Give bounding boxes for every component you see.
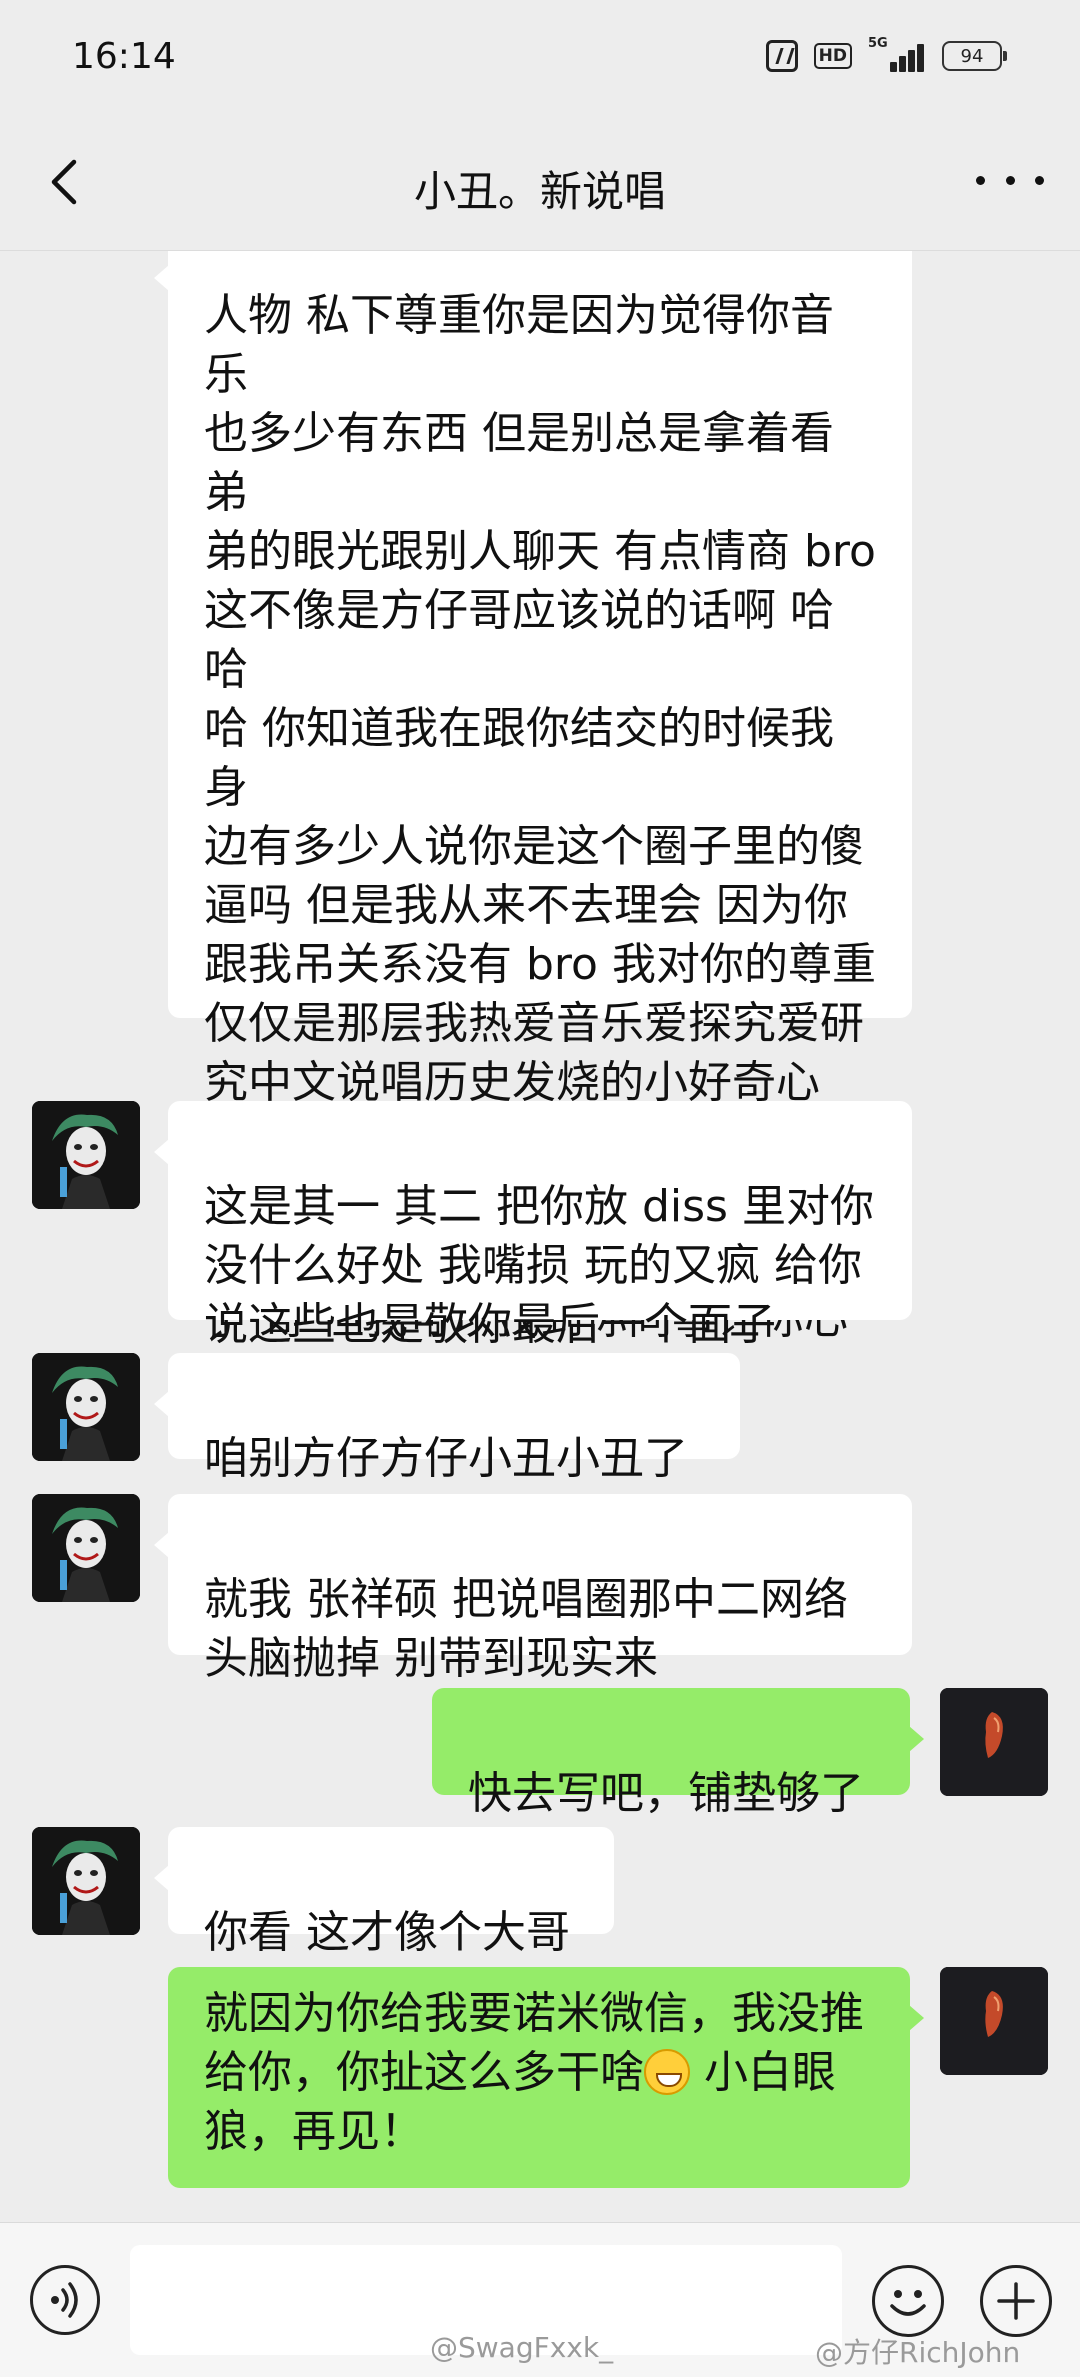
- message-bubble-outgoing[interactable]: 快去写吧，铺垫够了: [432, 1688, 924, 1819]
- message-text: 这是其一 其二 把你放 diss 里对你 没什么好处 我嘴损 玩的又疯 给你 说…: [204, 1181, 874, 1350]
- nfc-icon: [765, 40, 798, 72]
- message-bubble-incoming[interactable]: 你看 这才像个大哥: [154, 1827, 614, 1958]
- my-avatar[interactable]: [940, 1688, 1048, 1796]
- watermark: @SwagFxxk_: [430, 2331, 614, 2364]
- joker-avatar-image: [32, 1494, 140, 1602]
- status-bar: 16:14 HD 5G 94: [0, 0, 1080, 120]
- my-avatar[interactable]: [940, 1967, 1048, 2075]
- grin-emoji-icon: [644, 2049, 690, 2095]
- voice-icon: [51, 2282, 78, 2318]
- message-bubble-outgoing[interactable]: 就因为你给我要诺米微信，我没推 给你，你扯这么多干啥 小白眼 狼，再见！: [168, 1967, 924, 2188]
- joker-avatar-image: [32, 1353, 140, 1461]
- message-text: 你看 这才像个大哥: [204, 1907, 570, 1958]
- message-bubble-incoming[interactable]: 人物 私下尊重你是因为觉得你音乐 也多少有东西 但是别总是拿着看弟 弟的眼光跟别…: [154, 251, 912, 1403]
- message-text: 就我 张祥硕 把说唱圈那中二网络 头脑抛掉 别带到现实来: [204, 1574, 848, 1684]
- status-icons: HD 5G 94: [765, 36, 1007, 74]
- message-text-line: 狼，再见！: [204, 2106, 424, 2157]
- more-dots-icon: [976, 175, 985, 185]
- contact-avatar[interactable]: [32, 1827, 140, 1935]
- plus-icon: [997, 2282, 1035, 2320]
- message-text: 快去写吧，铺垫够了: [468, 1768, 864, 1819]
- more-button[interactable]: [976, 160, 1044, 200]
- voice-button[interactable]: [30, 2265, 100, 2335]
- joker-avatar-image: [32, 1827, 140, 1935]
- chat-header: 小丑。新说唱: [0, 120, 1080, 251]
- message-list[interactable]: 人物 私下尊重你是因为觉得你音乐 也多少有东西 但是别总是拿着看弟 弟的眼光跟别…: [0, 251, 1080, 2222]
- status-time: 16:14: [72, 36, 176, 77]
- dark-avatar-image: [940, 1967, 1048, 2075]
- dark-avatar-image: [940, 1688, 1048, 1796]
- battery-level: 94: [960, 45, 984, 67]
- chat-title: 小丑。新说唱: [413, 167, 666, 216]
- plus-button[interactable]: [980, 2265, 1052, 2337]
- smiley-icon: [890, 2290, 926, 2316]
- contact-avatar[interactable]: [32, 1353, 140, 1461]
- input-bar: @SwagFxxk_ @方仔RichJohn: [0, 2222, 1080, 2377]
- hd-badge: HD: [813, 43, 852, 69]
- message-text-line: 小白眼: [690, 2047, 836, 2098]
- message-bubble-incoming[interactable]: 就我 张祥硕 把说唱圈那中二网络 头脑抛掉 别带到现实来: [154, 1494, 912, 1684]
- message-text-line: 就因为你给我要诺米微信，我没推: [204, 1988, 864, 2039]
- contact-avatar[interactable]: [32, 1101, 140, 1209]
- message-bubble-incoming[interactable]: 咱别方仔方仔小丑小丑了: [154, 1353, 740, 1484]
- network-type-label: 5G: [868, 36, 888, 51]
- message-text: 咱别方仔方仔小丑小丑了: [204, 1433, 688, 1484]
- watermark: @方仔RichJohn: [815, 2336, 1021, 2369]
- emoji-button[interactable]: [872, 2265, 944, 2337]
- joker-avatar-image: [32, 1101, 140, 1209]
- battery-icon: 94: [942, 41, 1007, 71]
- message-bubble-incoming[interactable]: 这是其一 其二 把你放 diss 里对你 没什么好处 我嘴损 玩的又疯 给你 说…: [154, 1101, 912, 1350]
- message-text-line: 给你，你扯这么多干啥: [204, 2047, 644, 2098]
- contact-avatar[interactable]: [32, 1494, 140, 1602]
- signal-icon: 5G: [868, 36, 926, 74]
